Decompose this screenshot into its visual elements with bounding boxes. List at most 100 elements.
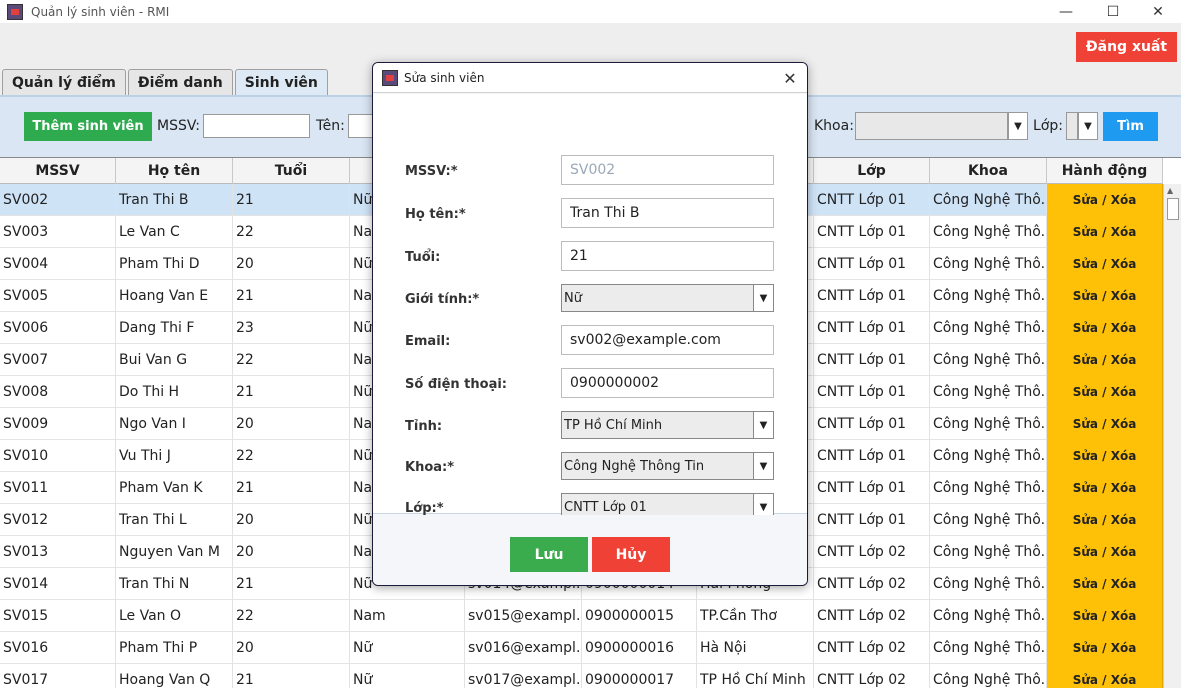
table-row[interactable]: SV015 Le Van O 22 Nam sv015@exampl... 0900000…	[0, 600, 1163, 632]
khoa-filter-select[interactable]	[855, 112, 1008, 140]
email-field[interactable]: sv002@example.com	[561, 325, 774, 355]
cell-age: 22	[233, 216, 350, 248]
tab-grades[interactable]: Quản lý điểm	[2, 69, 126, 95]
chevron-down-icon[interactable]: ▼	[753, 412, 773, 438]
minimize-icon[interactable]: —	[1043, 0, 1089, 23]
cell-faculty: Công Nghệ Thô...	[930, 344, 1047, 376]
age-label: Tuổi:	[405, 250, 441, 265]
cell-faculty: Công Nghệ Thô...	[930, 664, 1047, 688]
tab-students[interactable]: Sinh viên	[234, 69, 328, 95]
edit-delete-button[interactable]: Sửa / Xóa	[1047, 184, 1163, 216]
close-icon[interactable]: ✕	[779, 67, 801, 89]
close-icon[interactable]: ✕	[1135, 0, 1181, 23]
dialog-footer: Lưu Hủy	[373, 515, 807, 585]
chevron-down-icon[interactable]: ▼	[753, 285, 773, 311]
add-student-button[interactable]: Thêm sinh viên	[24, 112, 152, 141]
cell-class: CNTT Lớp 02	[814, 568, 930, 600]
lop-filter-select[interactable]	[1066, 112, 1078, 140]
cell-faculty: Công Nghệ Thô...	[930, 280, 1047, 312]
chevron-down-icon[interactable]: ▼	[1078, 112, 1098, 140]
age-field[interactable]: 21	[561, 241, 774, 271]
col-mssv[interactable]: MSSV	[0, 158, 116, 184]
edit-delete-button[interactable]: Sửa / Xóa	[1047, 504, 1163, 536]
logout-button[interactable]: Đăng xuất	[1076, 32, 1177, 62]
cell-faculty: Công Nghệ Thô...	[930, 376, 1047, 408]
edit-delete-button[interactable]: Sửa / Xóa	[1047, 408, 1163, 440]
edit-delete-button[interactable]: Sửa / Xóa	[1047, 440, 1163, 472]
cell-mssv: SV009	[0, 408, 116, 440]
tab-attendance[interactable]: Điểm danh	[127, 69, 233, 95]
chevron-down-icon[interactable]: ▼	[753, 453, 773, 479]
cell-class: CNTT Lớp 01	[814, 472, 930, 504]
table-scrollbar[interactable]: ▲	[1163, 184, 1181, 688]
table-row[interactable]: SV016 Pham Thi P 20 Nữ sv016@exampl... 090000…	[0, 632, 1163, 664]
edit-delete-button[interactable]: Sửa / Xóa	[1047, 472, 1163, 504]
edit-delete-button[interactable]: Sửa / Xóa	[1047, 280, 1163, 312]
edit-delete-button[interactable]: Sửa / Xóa	[1047, 568, 1163, 600]
window-title: Quản lý sinh viên - RMI	[31, 4, 170, 19]
edit-delete-button[interactable]: Sửa / Xóa	[1047, 312, 1163, 344]
khoa-select[interactable]: Công Nghệ Thông Tin ▼	[561, 452, 774, 480]
cell-age: 20	[233, 408, 350, 440]
col-class[interactable]: Lớp	[814, 158, 930, 184]
edit-delete-button[interactable]: Sửa / Xóa	[1047, 664, 1163, 688]
edit-delete-button[interactable]: Sửa / Xóa	[1047, 600, 1163, 632]
table-row[interactable]: SV017 Hoang Van Q 21 Nữ sv017@exampl... 09000…	[0, 664, 1163, 688]
cell-name: Pham Thi P	[116, 632, 233, 664]
cell-class: CNTT Lớp 02	[814, 664, 930, 688]
cell-email: sv017@exampl...	[465, 664, 582, 688]
save-button[interactable]: Lưu	[510, 537, 588, 572]
cell-mssv: SV011	[0, 472, 116, 504]
col-faculty[interactable]: Khoa	[930, 158, 1047, 184]
cell-mssv: SV005	[0, 280, 116, 312]
cell-class: CNTT Lớp 01	[814, 280, 930, 312]
cell-faculty: Công Nghệ Thô...	[930, 216, 1047, 248]
main-tabs: Quản lý điểm Điểm danh Sinh viên	[2, 69, 330, 95]
cell-mssv: SV016	[0, 632, 116, 664]
chevron-down-icon[interactable]: ▼	[1008, 112, 1028, 140]
cancel-button[interactable]: Hủy	[592, 537, 670, 572]
scrollbar-thumb[interactable]	[1167, 198, 1179, 220]
name-field[interactable]: Tran Thi B	[561, 198, 774, 228]
province-select[interactable]: TP Hồ Chí Minh ▼	[561, 411, 774, 439]
edit-delete-button[interactable]: Sửa / Xóa	[1047, 248, 1163, 280]
edit-delete-button[interactable]: Sửa / Xóa	[1047, 632, 1163, 664]
phone-field[interactable]: 0900000002	[561, 368, 774, 398]
cell-class: CNTT Lớp 01	[814, 248, 930, 280]
edit-delete-button[interactable]: Sửa / Xóa	[1047, 216, 1163, 248]
cell-faculty: Công Nghệ Thô...	[930, 312, 1047, 344]
name-filter-label: Tên:	[316, 118, 345, 134]
app-icon	[7, 3, 23, 20]
col-age[interactable]: Tuổi	[233, 158, 350, 184]
cell-class: CNTT Lớp 01	[814, 376, 930, 408]
cell-province: TP.Cần Thơ	[697, 600, 814, 632]
mssv-field[interactable]: SV002	[561, 155, 774, 185]
maximize-icon[interactable]: ☐	[1090, 0, 1136, 23]
cell-mssv: SV014	[0, 568, 116, 600]
cell-faculty: Công Nghệ Thô...	[930, 600, 1047, 632]
cell-class: CNTT Lớp 02	[814, 600, 930, 632]
edit-delete-button[interactable]: Sửa / Xóa	[1047, 344, 1163, 376]
mssv-filter-input[interactable]	[203, 114, 310, 138]
cell-mssv: SV015	[0, 600, 116, 632]
khoa-label: Khoa:*	[405, 460, 455, 475]
col-name[interactable]: Họ tên	[116, 158, 233, 184]
cell-class: CNTT Lớp 01	[814, 312, 930, 344]
cell-age: 20	[233, 504, 350, 536]
phone-label: Số điện thoại:	[405, 377, 508, 392]
cell-faculty: Công Nghệ Thô...	[930, 472, 1047, 504]
cell-faculty: Công Nghệ Thô...	[930, 408, 1047, 440]
cell-age: 22	[233, 440, 350, 472]
scroll-up-icon[interactable]: ▲	[1167, 186, 1173, 195]
cell-name: Dang Thi F	[116, 312, 233, 344]
lop-filter-label: Lớp:	[1033, 118, 1063, 134]
cell-name: Vu Thi J	[116, 440, 233, 472]
edit-delete-button[interactable]: Sửa / Xóa	[1047, 376, 1163, 408]
cell-gender: Nữ	[350, 632, 465, 664]
find-button[interactable]: Tìm	[1103, 112, 1158, 141]
edit-delete-button[interactable]: Sửa / Xóa	[1047, 536, 1163, 568]
cell-mssv: SV006	[0, 312, 116, 344]
cell-name: Tran Thi L	[116, 504, 233, 536]
cell-name: Hoang Van Q	[116, 664, 233, 688]
gender-select[interactable]: Nữ ▼	[561, 284, 774, 312]
